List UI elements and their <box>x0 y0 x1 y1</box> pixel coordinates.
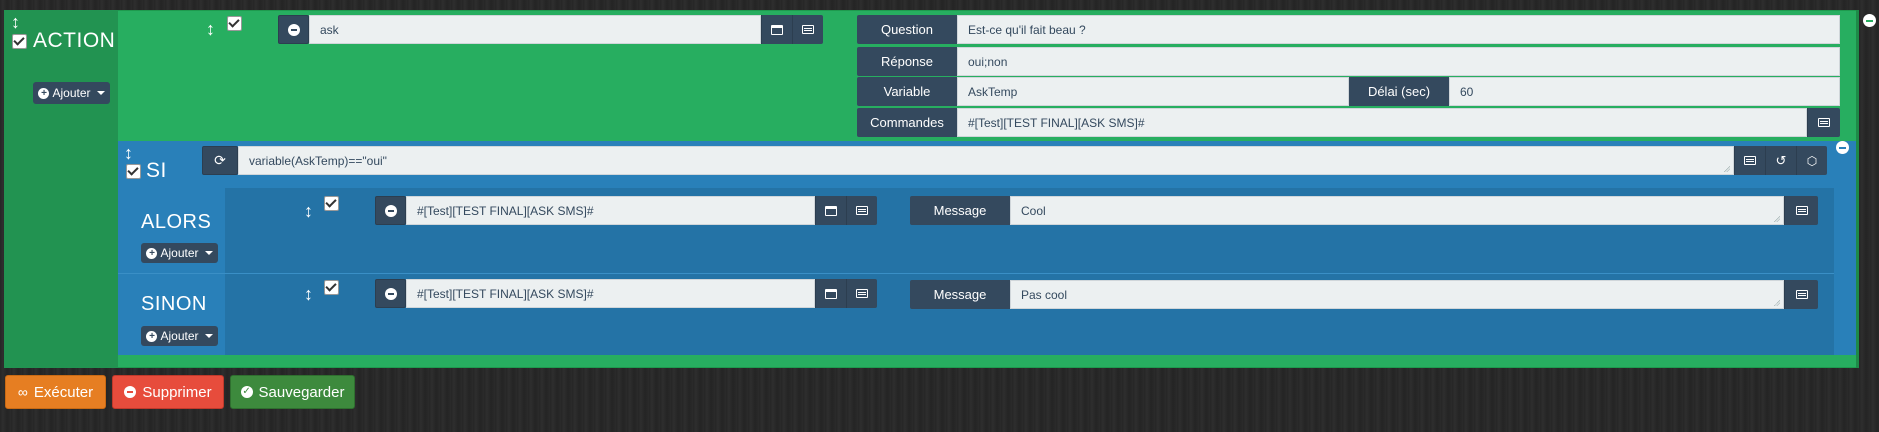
alors-title: ALORS <box>141 211 212 233</box>
sinon-command-options-button[interactable] <box>846 279 877 308</box>
sinon-add-button[interactable]: + Ajouter <box>141 326 218 346</box>
condition-options-button[interactable] <box>1734 146 1765 175</box>
window-icon <box>825 205 837 216</box>
action-enable-checkbox[interactable] <box>12 34 27 49</box>
minus-circle-icon <box>384 287 397 300</box>
alors-message-options-button[interactable] <box>1784 196 1818 225</box>
alors-message-label: Message <box>910 196 1010 225</box>
list-icon <box>1818 118 1830 127</box>
question-label: Question <box>857 15 957 44</box>
delete-label: Supprimer <box>142 383 212 401</box>
minus-circle-icon <box>124 386 137 398</box>
history-icon: ↺ <box>1775 152 1787 168</box>
plus-icon: + <box>146 247 158 259</box>
remove-action-icon[interactable] <box>1863 14 1876 27</box>
glasses-icon: ∞ <box>17 384 28 400</box>
remove-si-icon[interactable] <box>1836 141 1849 154</box>
drag-handle-icon[interactable]: ↕ <box>206 20 215 38</box>
resize-grip-icon[interactable] <box>1774 300 1780 306</box>
alors-message-input[interactable]: Cool <box>1010 196 1784 225</box>
drag-handle-icon[interactable]: ↕ <box>304 285 313 303</box>
caret-down-icon <box>96 91 105 95</box>
alors-command-options-button[interactable] <box>846 196 877 225</box>
commandes-input[interactable]: #[Test][TEST FINAL][ASK SMS]# <box>957 108 1807 137</box>
refresh-button[interactable]: ⟳ <box>202 146 238 175</box>
resize-grip-icon[interactable] <box>1724 166 1730 172</box>
sinon-message-options-button[interactable] <box>1784 280 1818 309</box>
sinon-message-text: Pas cool <box>1021 287 1068 302</box>
list-icon <box>1795 290 1808 299</box>
delai-label: Délai (sec) <box>1349 77 1449 106</box>
list-icon <box>856 206 868 215</box>
action-bottom-strip <box>118 355 1856 361</box>
select-command-button[interactable] <box>761 15 792 44</box>
action-add-button[interactable]: + Ajouter <box>33 82 110 104</box>
action-sidebar <box>4 10 118 368</box>
variable-label: Variable <box>857 77 957 106</box>
check-circle-icon: ✓ <box>240 386 253 398</box>
minus-circle-icon <box>287 23 300 36</box>
si-enable-checkbox[interactable] <box>126 164 141 179</box>
command-input[interactable]: ask <box>309 15 761 44</box>
list-icon <box>856 289 868 298</box>
sinon-command-input[interactable]: #[Test][TEST FINAL][ASK SMS]# <box>406 279 815 308</box>
refresh-icon: ⟳ <box>214 152 226 168</box>
window-icon <box>825 288 837 299</box>
resize-grip-icon[interactable] <box>1774 216 1780 222</box>
alors-add-button[interactable]: + Ajouter <box>141 243 218 263</box>
plus-icon: + <box>146 330 158 342</box>
list-icon <box>1795 206 1808 215</box>
caret-down-icon <box>204 334 213 338</box>
history-button[interactable]: ↺ <box>1765 146 1796 175</box>
list-icon <box>1744 156 1756 165</box>
delai-input[interactable]: 60 <box>1449 77 1840 106</box>
variable-input[interactable]: AskTemp <box>957 77 1349 106</box>
cube-icon: ⬡ <box>1806 153 1818 168</box>
reponse-input[interactable]: oui;non <box>957 47 1840 76</box>
alors-command-input[interactable]: #[Test][TEST FINAL][ASK SMS]# <box>406 196 815 225</box>
alors-select-command-button[interactable] <box>815 196 846 225</box>
drag-handle-icon[interactable]: ↕ <box>11 13 20 31</box>
condition-text: variable(AskTemp)=="oui" <box>249 153 387 168</box>
execute-button[interactable]: ∞ Exécuter <box>5 375 106 409</box>
condition-input[interactable]: variable(AskTemp)=="oui" <box>238 146 1734 175</box>
alors-enable-checkbox[interactable] <box>324 196 339 211</box>
action-edge <box>1856 10 1859 368</box>
sinon-message-label: Message <box>910 280 1010 309</box>
plus-icon: + <box>38 87 50 99</box>
commandes-options-button[interactable] <box>1807 108 1840 137</box>
save-label: Sauvegarder <box>258 383 345 401</box>
sinon-add-label: Ajouter <box>160 329 199 343</box>
sinon-remove-command-button[interactable] <box>375 279 406 308</box>
alors-message-text: Cool <box>1021 203 1046 218</box>
alors-add-label: Ajouter <box>160 246 199 260</box>
list-icon <box>802 25 814 34</box>
drag-handle-icon[interactable]: ↕ <box>304 202 313 220</box>
action-title: ACTION <box>33 29 116 52</box>
command-options-button[interactable] <box>792 15 823 44</box>
save-button[interactable]: ✓ Sauvegarder <box>230 375 355 409</box>
si-title: SI <box>146 159 167 182</box>
sub-action-enable-checkbox[interactable] <box>227 16 242 31</box>
remove-command-button[interactable] <box>278 15 309 44</box>
sinon-title: SINON <box>141 293 207 315</box>
sinon-select-command-button[interactable] <box>815 279 846 308</box>
sinon-message-input[interactable]: Pas cool <box>1010 280 1784 309</box>
cube-button[interactable]: ⬡ <box>1796 146 1827 175</box>
drag-handle-icon[interactable]: ↕ <box>124 144 133 162</box>
sinon-enable-checkbox[interactable] <box>324 280 339 295</box>
minus-circle-icon <box>384 204 397 217</box>
execute-label: Exécuter <box>33 383 94 401</box>
alors-remove-command-button[interactable] <box>375 196 406 225</box>
action-add-label: Ajouter <box>52 86 91 100</box>
window-icon <box>771 24 783 35</box>
reponse-label: Réponse <box>857 47 957 76</box>
caret-down-icon <box>204 251 213 255</box>
question-input[interactable]: Est-ce qu'il fait beau ? <box>957 15 1840 44</box>
commandes-label: Commandes <box>857 108 957 137</box>
delete-button[interactable]: Supprimer <box>112 375 224 409</box>
branch-divider <box>118 273 1834 274</box>
